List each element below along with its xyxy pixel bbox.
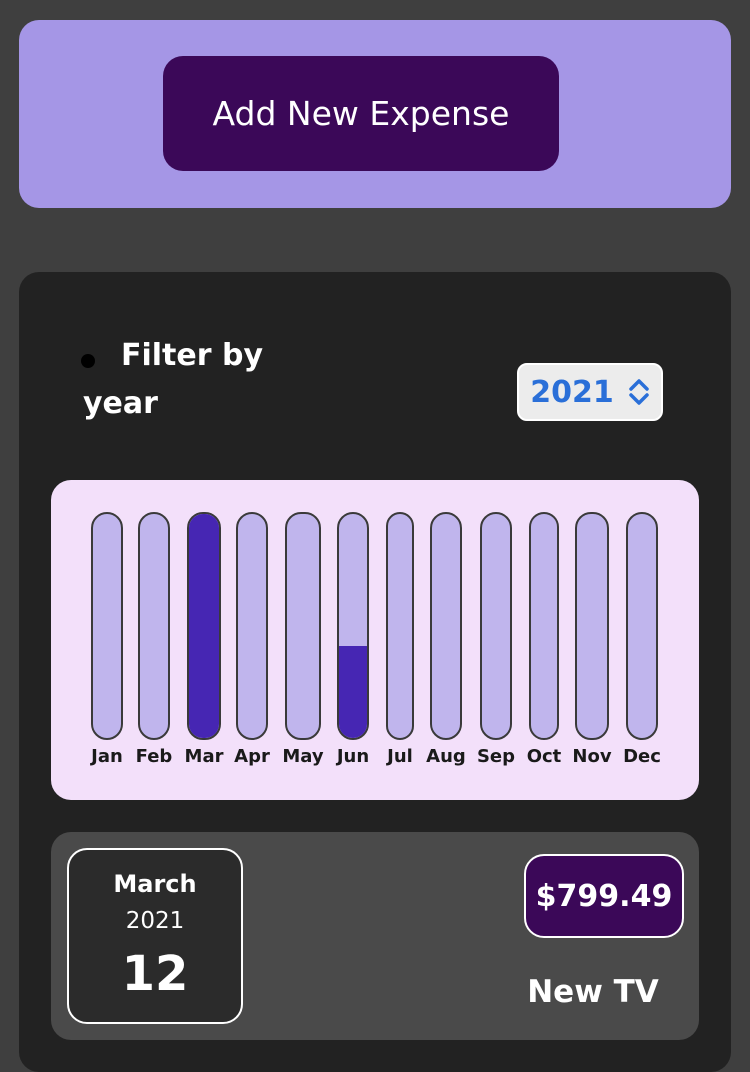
- chart-bar-oct: Oct: [527, 512, 561, 784]
- bullet-icon: [81, 354, 95, 368]
- chart-bar-jul: Jul: [386, 512, 414, 784]
- chart-bar-apr: Apr: [234, 512, 270, 784]
- chart-bar-track: [138, 512, 170, 740]
- chart-bar-aug: Aug: [426, 512, 466, 784]
- chart-bar-track: [575, 512, 609, 740]
- year-select[interactable]: 2021: [517, 363, 663, 421]
- chart-bar-track: [337, 512, 369, 740]
- chart-bar-fill: [189, 514, 219, 738]
- new-expense-panel: Add New Expense: [19, 20, 731, 208]
- chart-bar-track: [187, 512, 221, 740]
- chart-bar-track: [91, 512, 123, 740]
- chart-bar-track: [285, 512, 321, 740]
- chart-bar-track: [626, 512, 658, 740]
- filter-label: Filter by: [121, 338, 264, 373]
- year-select-value: 2021: [530, 374, 614, 410]
- chart-bar-may: May: [282, 512, 324, 784]
- expense-date-year: 2021: [125, 908, 185, 934]
- add-new-expense-button[interactable]: Add New Expense: [163, 56, 559, 171]
- chart-bar-feb: Feb: [136, 512, 172, 784]
- chart-bar-jun: Jun: [337, 512, 369, 784]
- chart-bar-track: [236, 512, 268, 740]
- chevron-up-down-icon: [628, 377, 650, 407]
- expense-date-day: 12: [121, 946, 189, 1002]
- expense-date-month: March: [113, 870, 197, 898]
- chart-bar-sep: Sep: [477, 512, 515, 784]
- expense-title: New TV: [527, 974, 659, 1010]
- chart-bar-jan: Jan: [91, 512, 123, 784]
- chart-bar-label: Apr: [234, 746, 270, 767]
- expenses-panel: Filter by year 2021 Jan Feb Mar Apr May Jun Ju…: [19, 272, 731, 1072]
- expense-date: March 2021 12: [67, 848, 243, 1024]
- expense-price: $799.49: [524, 854, 684, 938]
- chart-bar-mar: Mar: [185, 512, 223, 784]
- filter-label-continued: year: [83, 386, 158, 421]
- chart-bar-track: [529, 512, 559, 740]
- chart-bar-dec: Dec: [623, 512, 661, 784]
- chart-bar-nov: Nov: [572, 512, 612, 784]
- expenses-chart: Jan Feb Mar Apr May Jun Jul Aug Sep Oct Nov Dec: [51, 480, 699, 800]
- chart-bar-track: [480, 512, 512, 740]
- expense-item: March 2021 12 $799.49 New TV: [51, 832, 699, 1040]
- chart-bar-label: Dec: [623, 746, 661, 767]
- chart-bar-track: [430, 512, 462, 740]
- chart-bar-fill: [339, 646, 367, 738]
- chart-bar-track: [386, 512, 414, 740]
